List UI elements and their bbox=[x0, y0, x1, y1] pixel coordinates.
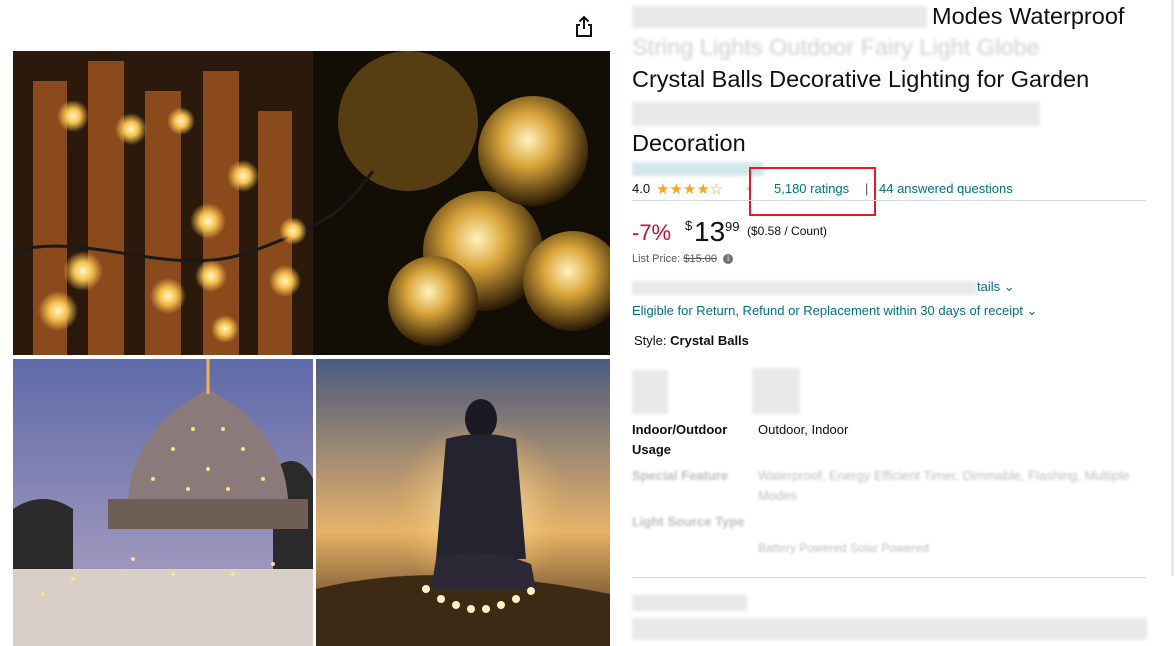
blurred-bullet bbox=[632, 618, 1147, 640]
product-details: Modes Waterproof String Lights Outdoor F… bbox=[632, 0, 1148, 646]
rating-value: 4.0 bbox=[632, 181, 651, 196]
price-currency: $ bbox=[685, 218, 693, 233]
spec-value-feature: Waterproof, Energy Efficient Timer, Dimm… bbox=[758, 468, 1130, 503]
answered-questions-link[interactable]: 44 answered questions bbox=[879, 181, 1013, 196]
highlight-box bbox=[749, 167, 876, 216]
rating-row: 4.0 ★★★★☆ ⌄ 5,180 ratings | 44 answered … bbox=[632, 167, 1148, 216]
info-icon[interactable]: i bbox=[723, 254, 734, 265]
style-selector: Style: Crystal Balls bbox=[634, 333, 749, 348]
divider bbox=[632, 200, 1146, 201]
price-whole: 13 bbox=[694, 216, 726, 247]
title-line-3: Crystal Balls Decorative Lighting for Ga… bbox=[632, 66, 1090, 92]
unit-price: ($0.58 / Count) bbox=[747, 224, 828, 238]
spec-value-source: Battery Powered Solar Powered bbox=[758, 541, 929, 555]
spec-label-feature: Special Feature bbox=[632, 468, 729, 483]
store-link[interactable] bbox=[632, 162, 764, 176]
discount-percent: -7% bbox=[632, 220, 672, 245]
delivery-details[interactable]: tails ⌄ bbox=[632, 279, 1148, 297]
spec-blurred-value bbox=[752, 368, 800, 414]
blurred-heading bbox=[632, 595, 747, 611]
scrollbar[interactable] bbox=[1171, 0, 1174, 576]
price-block: -7% $ 13 99 ($0.58 / Count) bbox=[632, 214, 1148, 250]
star-icon[interactable]: ★★★★☆ bbox=[656, 180, 723, 198]
share-icon[interactable] bbox=[572, 14, 596, 40]
product-image-person[interactable] bbox=[316, 359, 610, 646]
spec-label-usage: Indoor/Outdoor Usage bbox=[632, 422, 728, 457]
product-image-gallery[interactable] bbox=[13, 51, 610, 646]
style-value: Crystal Balls bbox=[670, 333, 749, 348]
style-label: Style: bbox=[634, 333, 667, 348]
title-line-2: String Lights Outdoor Fairy Light Globe bbox=[632, 34, 1040, 60]
return-policy-link[interactable]: Eligible for Return, Refund or Replaceme… bbox=[632, 303, 1037, 319]
title-line-blurred bbox=[632, 102, 1040, 126]
title-line-4: Decoration bbox=[632, 130, 746, 156]
list-price-value: $15.00 bbox=[683, 253, 718, 265]
spec-blurred-label bbox=[632, 370, 668, 414]
spec-label-source: Light Source Type bbox=[632, 514, 745, 529]
product-image-main[interactable] bbox=[13, 51, 610, 355]
divider-bottom bbox=[632, 577, 1146, 578]
delivery-details-tail[interactable]: tails ⌄ bbox=[977, 279, 1015, 295]
list-price: List Price: $15.00 i bbox=[632, 253, 734, 265]
price-fraction: 99 bbox=[725, 219, 740, 234]
spec-value-usage: Outdoor, Indoor bbox=[758, 422, 849, 437]
list-price-label: List Price: bbox=[632, 253, 681, 265]
product-image-dome[interactable] bbox=[13, 359, 313, 646]
